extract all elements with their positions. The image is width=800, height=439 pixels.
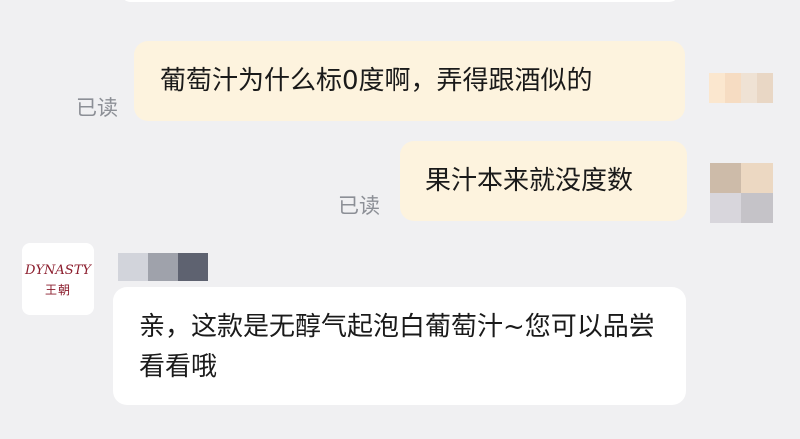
previous-message-bubble <box>120 0 680 2</box>
logo-chinese-name: 王朝 <box>44 283 71 297</box>
outgoing-message-bubble[interactable]: 葡萄汁为什么标0度啊，弄得跟酒似的 <box>134 41 685 121</box>
read-status: 已读 <box>338 194 380 218</box>
message-text: 亲，这款是无醇气起泡白葡萄汁~您可以品尝看看哦 <box>139 312 655 382</box>
incoming-message-bubble[interactable]: 亲，这款是无醇气起泡白葡萄汁~您可以品尝看看哦 <box>113 287 686 405</box>
logo-wordmark: DYNASTY <box>25 263 91 278</box>
merchant-name-blurred <box>118 253 208 281</box>
read-status: 已读 <box>76 96 118 120</box>
user-avatar-blurred <box>709 73 773 103</box>
outgoing-message-bubble[interactable]: 果汁本来就没度数 <box>400 141 687 221</box>
user-avatar-blurred <box>710 163 773 223</box>
message-text: 果汁本来就没度数 <box>425 166 634 196</box>
message-text: 葡萄汁为什么标0度啊，弄得跟酒似的 <box>160 66 593 96</box>
merchant-avatar[interactable]: DYNASTY 王朝 <box>22 243 94 315</box>
